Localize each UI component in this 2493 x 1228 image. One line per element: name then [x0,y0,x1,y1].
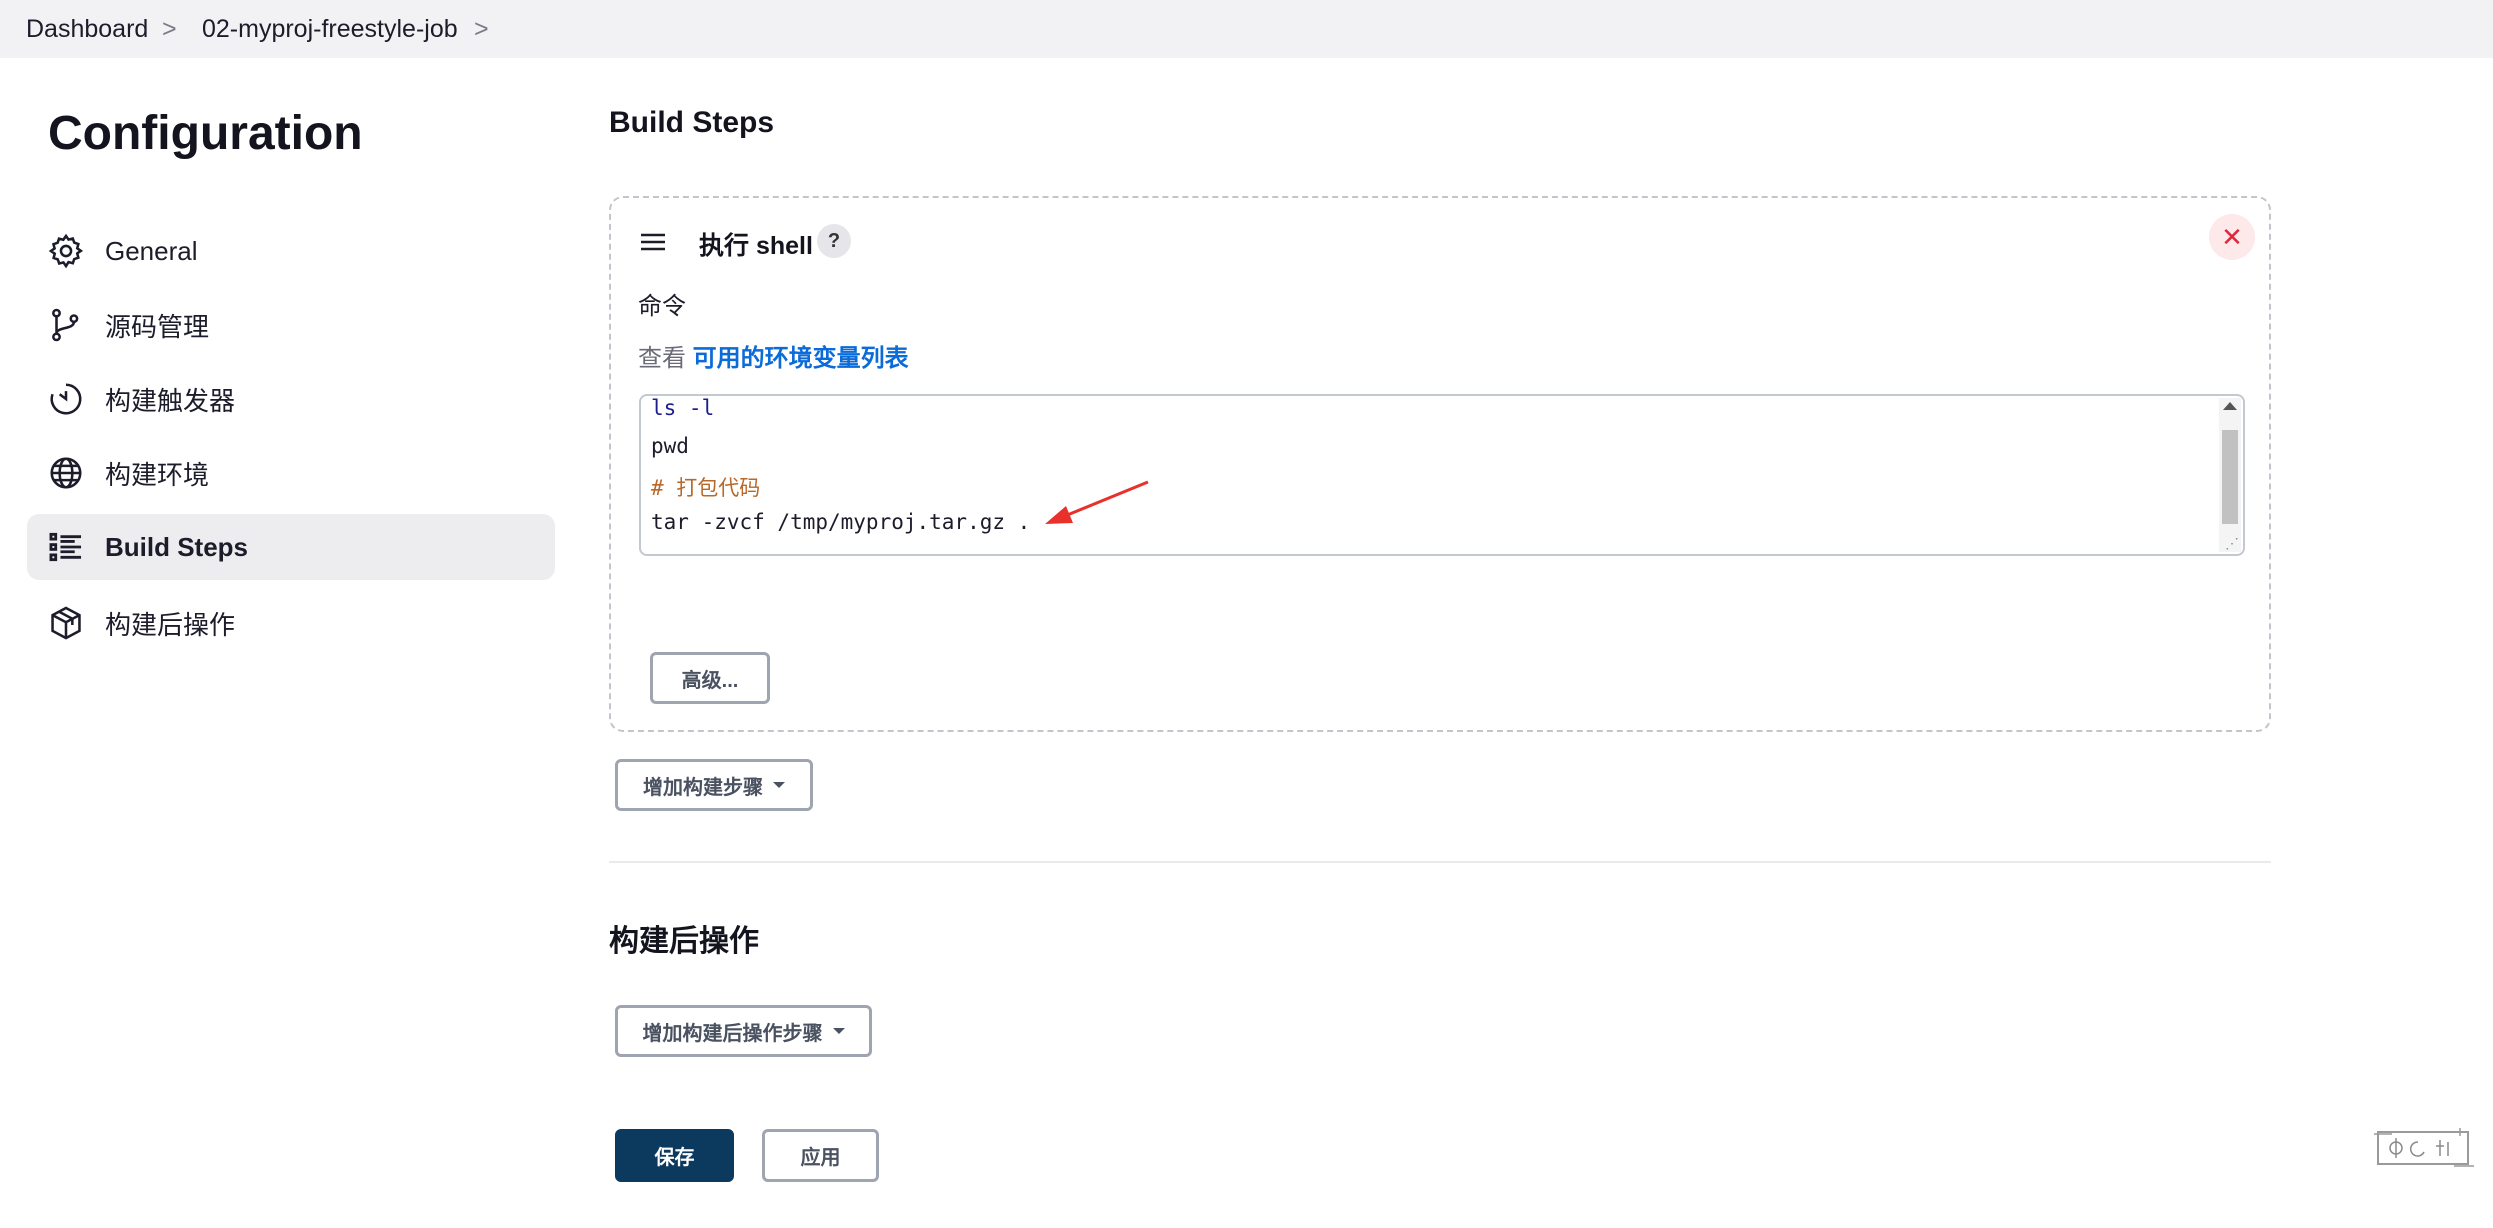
sidebar-item-label: 构建环境 [105,459,210,490]
sidebar-item-label: General [105,235,198,266]
add-build-step-button[interactable]: 增加构建步骤 [615,759,813,811]
build-steps-heading: Build Steps [609,106,775,139]
breadcrumb-separator[interactable]: > [162,15,177,44]
list-icon [49,532,82,562]
timer-icon [50,383,82,415]
package-icon [51,606,81,640]
save-button[interactable]: 保存 [615,1129,734,1182]
ime-widget-icon [2374,1128,2474,1167]
sidebar-item-label: 源码管理 [105,311,210,342]
add-build-step-label: 增加构建步骤 [643,776,763,799]
page-title: Configuration [48,107,363,160]
step-title: 执行 shell [699,232,813,260]
caret-down-icon [832,1028,845,1034]
resize-grip-icon[interactable]: ⋰ [2225,536,2239,552]
breadcrumb-job[interactable]: 02-myproj-freestyle-job [202,15,458,44]
sidebar-item-general[interactable]: General [27,218,555,284]
gear-icon [48,233,84,269]
breadcrumb-separator[interactable]: > [474,15,489,44]
sidebar-item-label: 构建触发器 [105,385,236,416]
breadcrumb-dashboard[interactable]: Dashboard [26,15,148,44]
env-vars-line: 查看 可用的环境变量列表 [638,338,909,373]
drag-handle-icon[interactable] [639,230,667,254]
sidebar-item-build-steps[interactable]: Build Steps [27,514,555,580]
sidebar-item-build-triggers[interactable]: 构建触发器 [27,366,555,432]
code-line: # 打包代码 [651,476,761,500]
sidebar-item-label: 构建后操作 [105,609,236,640]
sidebar-item-build-environment[interactable]: 构建环境 [27,440,555,506]
git-branch-icon [52,308,79,342]
code-line: ls -l [651,396,715,420]
env-vars-prefix: 查看 [638,345,686,372]
add-post-build-step-label: 增加构建后操作步骤 [642,1022,823,1045]
caret-down-icon [773,782,785,788]
delete-step-button[interactable]: ✕ [2209,214,2255,260]
apply-button[interactable]: 应用 [762,1129,879,1182]
globe-icon [50,457,82,489]
help-icon[interactable]: ? [817,224,851,258]
sidebar-item-source-control[interactable]: 源码管理 [27,292,555,358]
code-line: tar -zvcf /tmp/myproj.tar.gz . [651,510,1031,534]
shell-step-card: 执行 shell ? ✕ 命令 查看 可用的环境变量列表 ls -l pwd #… [609,196,2271,732]
sidebar-item-label: Build Steps [105,531,249,562]
scroll-thumb[interactable] [2222,430,2238,524]
post-build-heading: 构建后操作 [609,925,759,958]
annotation-arrow-icon [1045,480,1149,524]
advanced-button[interactable]: 高级... [650,652,770,704]
command-label: 命令 [638,293,686,320]
code-line: pwd [651,434,689,458]
scroll-up-icon[interactable] [2223,402,2237,410]
breadcrumb: Dashboard > 02-myproj-freestyle-job > [0,0,2493,58]
section-divider [609,861,2271,863]
add-post-build-step-button[interactable]: 增加构建后操作步骤 [615,1005,872,1057]
sidebar-item-post-build[interactable]: 构建后操作 [27,590,555,656]
editor-scrollbar[interactable] [2219,398,2241,552]
command-editor[interactable]: ls -l pwd # 打包代码 tar -zvcf /tmp/myproj.t… [639,394,2245,556]
env-vars-link[interactable]: 可用的环境变量列表 [693,345,909,372]
